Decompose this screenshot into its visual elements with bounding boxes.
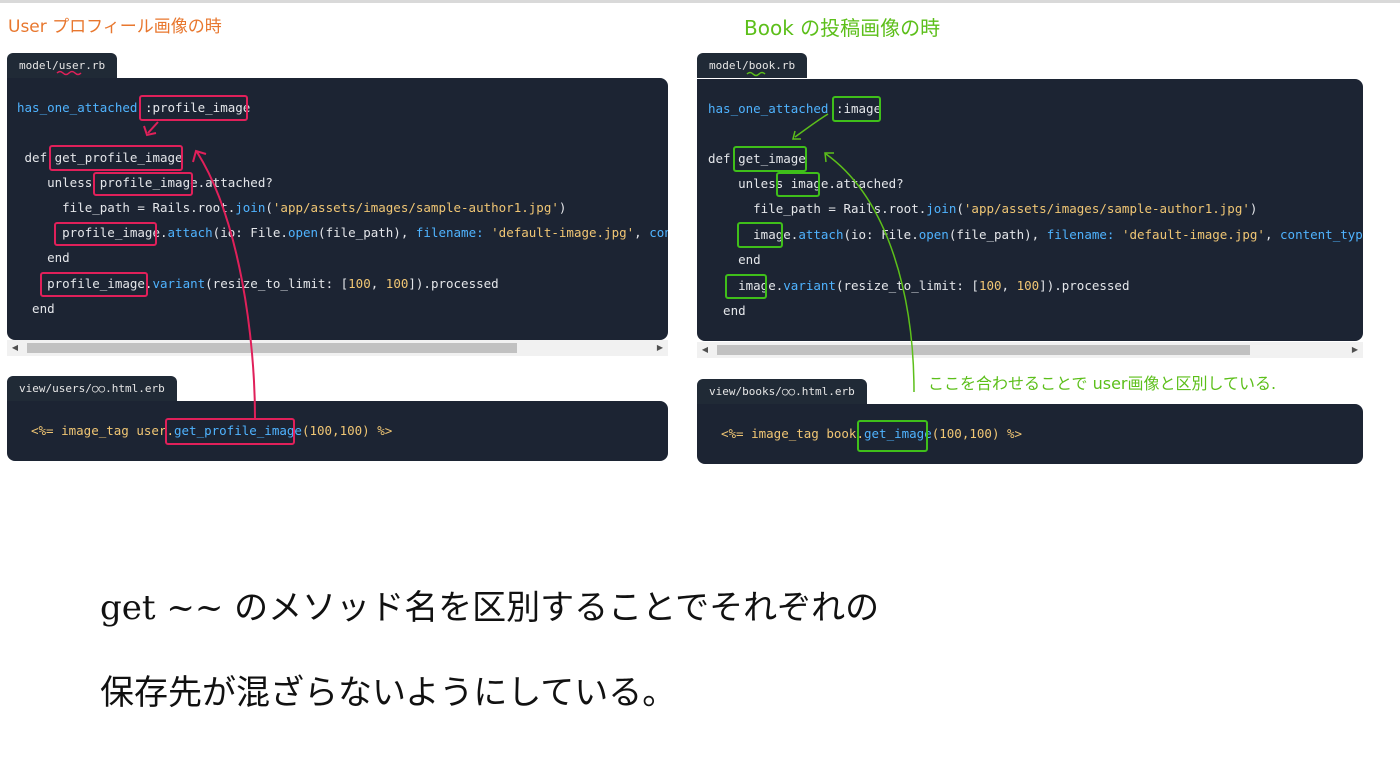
handwritten-note-line1: get ~~ のメソッド名を区別することでそれぞれの xyxy=(100,588,880,628)
green-side-note: ここを合わせることで user画像と区別している. xyxy=(928,374,1277,393)
handwritten-note-line2: 保存先が混ざらないようにしている。 xyxy=(100,673,677,713)
